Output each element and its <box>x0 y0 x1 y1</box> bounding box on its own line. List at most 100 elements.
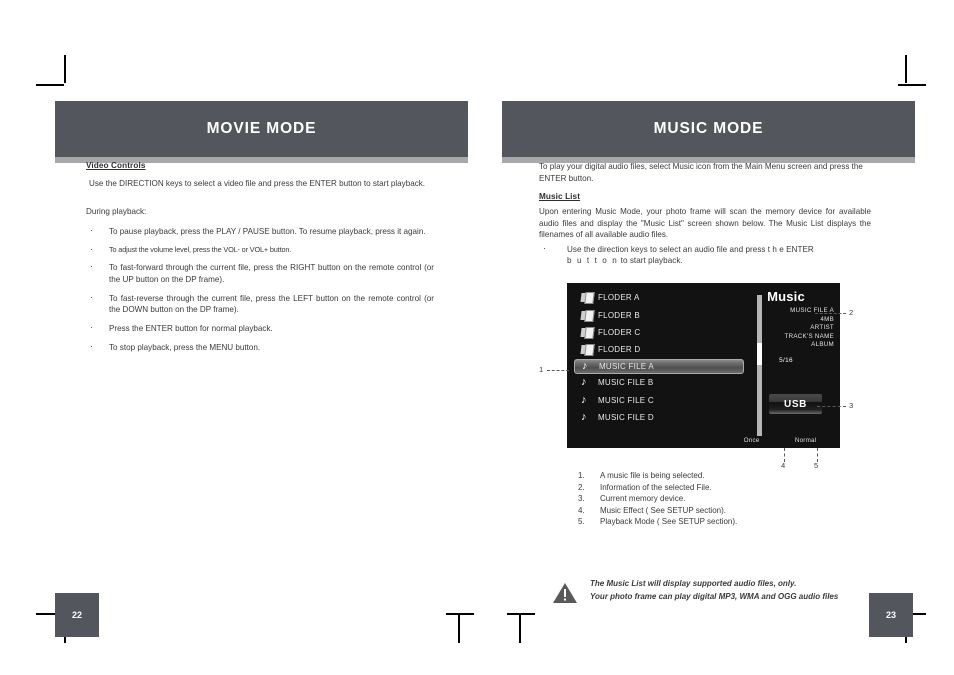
page-title-movie-mode: MOVIE MODE <box>55 101 468 157</box>
music-note-icon: ♪ <box>581 393 587 406</box>
list-item-label: MUSIC FILE B <box>598 378 654 388</box>
list-item-folder-c[interactable]: FLODER C <box>567 324 752 341</box>
list-item: 1. A music file is being selected. <box>572 470 872 482</box>
crop-mark-top-right-v <box>458 55 460 83</box>
folder-icon <box>581 344 598 355</box>
list-item-text-tail: to start playback. <box>620 256 683 266</box>
bullet-marker: · <box>90 261 93 272</box>
list-item-text: To stop playback, press the MENU button. <box>109 342 261 352</box>
folder-icon <box>581 292 598 303</box>
list-item: · Use the direction keys to select an au… <box>539 243 873 267</box>
callout-number-2: 2 <box>849 308 854 317</box>
paragraph-video-intro: Use the DIRECTION keys to select a video… <box>89 179 426 188</box>
list-item-folder-a[interactable]: FLODER A <box>567 289 752 306</box>
crop-mark-bottom-left-h <box>507 613 535 615</box>
music-note-icon: ♪ <box>581 376 587 389</box>
list-item-label: FLODER A <box>598 293 640 303</box>
page-movie-mode: MOVIE MODE Video Controls Use the DIRECT… <box>0 0 477 675</box>
list-item: · To stop playback, press the MENU button… <box>86 340 434 353</box>
crop-mark-top-left-h <box>507 88 535 90</box>
crop-mark-top-left-v <box>519 55 521 83</box>
legend-text: Music Effect ( See SETUP section). <box>600 505 726 515</box>
music-note-icon: ♪ <box>581 410 587 423</box>
page-title-music-mode: MUSIC MODE <box>502 101 915 157</box>
music-file-list: FLODER A FLODER B FLODER C FLODER D ♪ MU… <box>567 289 752 426</box>
legend-text: A music file is being selected. <box>600 471 705 480</box>
bullet-marker: · <box>90 243 93 254</box>
list-item-label: FLODER D <box>598 345 641 355</box>
callout-leader-4 <box>784 448 785 462</box>
video-controls-bullet-list: · To pause playback, press the PLAY / PAU… <box>86 225 434 361</box>
list-item: 4. Music Effect ( See SETUP section). <box>572 505 872 517</box>
memory-source-usb-button[interactable]: USB <box>769 394 822 414</box>
legend-number: 2. <box>578 482 585 492</box>
list-item-text: To fast-forward through the current file… <box>109 263 434 284</box>
bullet-marker: · <box>90 322 93 333</box>
crop-mark-bottom-right-h <box>446 613 474 615</box>
legend-number: 4. <box>578 505 585 515</box>
list-item-text: Use the direction keys to select an audi… <box>567 245 814 254</box>
crop-mark-top-right-h <box>898 84 926 86</box>
legend-number: 1. <box>578 471 585 480</box>
list-item: · To adjust the volume level, press the V… <box>86 243 434 255</box>
list-item-text: To pause playback, press the PLAY / PAUS… <box>109 227 426 236</box>
list-item-text: Press the ENTER button for normal playba… <box>109 324 273 334</box>
warning-note: The Music List will display supported au… <box>552 578 882 603</box>
legend-text: Current memory device. <box>600 494 686 504</box>
callout-leader-2 <box>815 313 846 314</box>
playback-mode-value[interactable]: Normal <box>795 437 817 444</box>
list-item: · To pause playback, press the PLAY / PAU… <box>86 225 434 237</box>
list-item-music-file-b[interactable]: ♪ MUSIC FILE B <box>567 374 752 391</box>
list-item: · To fast-reverse through the current fil… <box>86 291 434 316</box>
list-item: 2. Information of the selected File. <box>572 482 872 494</box>
list-item-text: To fast-reverse through the current file… <box>109 293 434 315</box>
list-item: 3. Current memory device. <box>572 493 872 505</box>
meta-filesize: 4MB <box>820 315 834 323</box>
list-item: · To fast-forward through the current fil… <box>86 261 434 285</box>
list-item-music-file-c[interactable]: ♪ MUSIC FILE C <box>567 391 752 408</box>
folder-icon <box>581 310 598 321</box>
meta-track-name: TRACK'S NAME <box>784 332 834 340</box>
callout-leader-5 <box>817 448 818 462</box>
bullet-marker: · <box>90 340 93 351</box>
device-mode-row: Once Normal <box>726 437 834 444</box>
crop-mark-bottom-right-v <box>458 615 460 643</box>
legend-number: 5. <box>578 517 585 527</box>
callout-leader-1 <box>547 370 569 371</box>
callout-number-4: 4 <box>781 461 786 470</box>
list-item-label: MUSIC FILE A <box>599 361 655 371</box>
bullet-marker: · <box>90 291 93 302</box>
crop-mark-top-right-h <box>446 88 474 90</box>
label-during-playback: During playback: <box>86 207 147 216</box>
bullet-marker: · <box>543 243 547 253</box>
legend-text: Playback Mode ( See SETUP section). <box>600 517 738 527</box>
callout-number-3: 3 <box>849 401 854 410</box>
callout-number-1: 1 <box>539 365 544 374</box>
heading-video-controls: Video Controls <box>86 161 146 170</box>
warning-line-2: Your photo frame can play digital MP3, W… <box>590 591 839 601</box>
list-item: · Press the ENTER button for normal playb… <box>86 322 434 334</box>
warning-triangle-icon <box>552 582 578 604</box>
paragraph-music-list-body: Upon entering Music Mode, your photo fra… <box>539 207 871 240</box>
list-item-label: FLODER C <box>598 327 641 337</box>
callout-leader-3 <box>817 406 846 407</box>
callout-number-5: 5 <box>814 461 819 470</box>
music-list-screen-mockup: FLODER A FLODER B FLODER C FLODER D ♪ MU… <box>567 283 840 448</box>
list-item-text: To adjust the volume level, press the VO… <box>109 244 292 254</box>
music-note-icon: ♪ <box>582 359 588 372</box>
crop-mark-top-left-h <box>36 84 64 86</box>
folder-icon <box>581 327 598 338</box>
heading-music-list: Music List <box>539 192 581 201</box>
list-item: 5. Playback Mode ( See SETUP section). <box>572 516 872 528</box>
now-playing-info-panel: Music MUSIC FILE A 4MB ARTIST TRACK'S NA… <box>738 289 834 364</box>
crop-mark-bottom-left-v <box>519 615 521 643</box>
meta-album: ALBUM <box>811 341 834 349</box>
music-bullet-list: · Use the direction keys to select an au… <box>539 243 873 274</box>
list-item-folder-d[interactable]: FLODER D <box>567 341 752 358</box>
list-item-folder-b[interactable]: FLODER B <box>567 306 752 323</box>
list-item-music-file-d[interactable]: ♪ MUSIC FILE D <box>567 409 752 426</box>
legend-number: 3. <box>578 494 585 504</box>
list-item-music-file-a-selected[interactable]: ♪ MUSIC FILE A <box>574 358 744 374</box>
music-effect-value[interactable]: Once <box>744 437 760 444</box>
page-number-left: 22 <box>55 593 99 637</box>
